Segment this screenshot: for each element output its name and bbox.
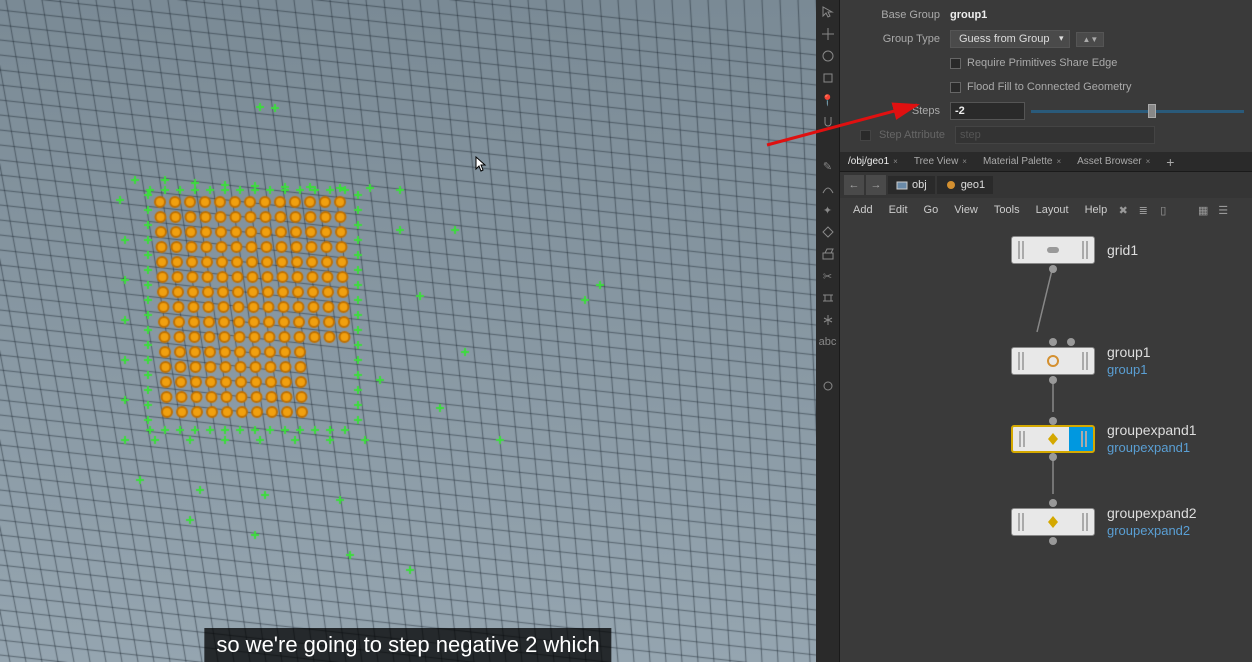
close-icon[interactable]: ×: [1056, 157, 1061, 166]
menu-go[interactable]: Go: [917, 201, 946, 219]
nav-back-button[interactable]: ←: [844, 175, 864, 195]
viewport-canvas: [0, 0, 816, 662]
path-bar: ← → obj geo1: [840, 172, 1252, 198]
tool-poly-icon[interactable]: [818, 222, 838, 242]
tool-move-icon[interactable]: [818, 24, 838, 44]
menu-tools[interactable]: Tools: [987, 201, 1027, 219]
menu-add[interactable]: Add: [846, 201, 880, 219]
groupexpand-node-icon: [1045, 514, 1061, 530]
tab-tree-view[interactable]: Tree View×: [906, 153, 975, 170]
tool-select-icon[interactable]: [818, 2, 838, 22]
group-type-label: Group Type: [840, 33, 950, 45]
tool-curve-icon[interactable]: [818, 178, 838, 198]
tool-snap-icon[interactable]: [818, 112, 838, 132]
menu-layout[interactable]: Layout: [1029, 201, 1076, 219]
geo-icon: [945, 179, 957, 191]
obj-icon: [896, 179, 908, 191]
groupexpand-node-icon: [1045, 431, 1061, 447]
steps-label: Steps: [840, 105, 950, 117]
tool-extrude-icon[interactable]: [818, 244, 838, 264]
tool-list-icon[interactable]: ≣: [1136, 203, 1150, 217]
tool-display-icon[interactable]: [818, 376, 838, 396]
node-group1[interactable]: group1 group1: [1011, 344, 1151, 377]
flood-fill-label: Flood Fill to Connected Geometry: [967, 81, 1131, 93]
share-edge-checkbox[interactable]: [950, 58, 961, 69]
parameter-pane: Base Group group1 Group Type Guess from …: [840, 0, 1252, 152]
tool-wrench-icon[interactable]: ✖: [1116, 203, 1130, 217]
tool-mirror-icon[interactable]: [818, 310, 838, 330]
tool-bridge-icon[interactable]: [818, 288, 838, 308]
path-segment-obj[interactable]: obj: [888, 176, 935, 194]
tool-grid-icon[interactable]: ▦: [1196, 203, 1210, 217]
base-group-label: Base Group: [840, 9, 950, 21]
right-panel: Base Group group1 Group Type Guess from …: [840, 0, 1252, 662]
tool-rotate-icon[interactable]: [818, 46, 838, 66]
step-attr-input: [955, 126, 1155, 144]
node-grid1[interactable]: grid1: [1011, 236, 1138, 264]
step-attr-label: Step Attribute: [877, 129, 955, 141]
tab-asset-browser[interactable]: Asset Browser×: [1069, 153, 1158, 170]
network-view[interactable]: grid1 group1 group1 groupexpand1: [840, 222, 1252, 652]
node-groupexpand1[interactable]: groupexpand1 groupexpand1: [1011, 422, 1197, 455]
tool-text-icon[interactable]: abc: [818, 332, 838, 352]
tab-add-button[interactable]: +: [1158, 154, 1182, 170]
steps-slider[interactable]: [1031, 110, 1244, 113]
steps-input[interactable]: [950, 102, 1025, 120]
video-caption: so we're going to step negative 2 which: [204, 628, 611, 662]
tool-pin-icon[interactable]: 📍: [818, 90, 838, 110]
close-icon[interactable]: ×: [893, 157, 898, 166]
close-icon[interactable]: ×: [962, 157, 967, 166]
tool-knife-icon[interactable]: ✂: [818, 266, 838, 286]
tool-tree-icon[interactable]: ☰: [1216, 203, 1230, 217]
node-groupexpand2[interactable]: groupexpand2 groupexpand2: [1011, 505, 1197, 538]
tool-brush-icon[interactable]: ✎: [818, 156, 838, 176]
menu-edit[interactable]: Edit: [882, 201, 915, 219]
network-menu-bar: Add Edit Go View Tools Layout Help ✖ ≣ ▯…: [840, 198, 1252, 222]
tool-light-icon[interactable]: ✦: [818, 200, 838, 220]
menu-help[interactable]: Help: [1078, 201, 1115, 219]
viewport-toolbar: 📍 ✎ ✦ ✂ abc: [816, 0, 840, 662]
path-segment-geo[interactable]: geo1: [937, 176, 993, 194]
menu-view[interactable]: View: [947, 201, 985, 219]
base-group-value[interactable]: group1: [950, 9, 987, 21]
group-type-stepper[interactable]: ▲▼: [1076, 32, 1104, 47]
tool-scale-icon[interactable]: [818, 68, 838, 88]
close-icon[interactable]: ×: [1146, 157, 1151, 166]
tool-page-icon[interactable]: ▯: [1156, 203, 1170, 217]
tab-material-palette[interactable]: Material Palette×: [975, 153, 1069, 170]
flood-fill-checkbox[interactable]: [950, 82, 961, 93]
group-node-icon: [1045, 353, 1061, 369]
network-tab-bar: /obj/geo1× Tree View× Material Palette× …: [840, 152, 1252, 172]
step-attr-checkbox[interactable]: [860, 130, 871, 141]
tab-network[interactable]: /obj/geo1×: [840, 153, 906, 170]
nav-forward-button[interactable]: →: [866, 175, 886, 195]
group-type-dropdown[interactable]: Guess from Group: [950, 30, 1070, 48]
share-edge-label: Require Primitives Share Edge: [967, 57, 1117, 69]
grid-node-icon: [1045, 242, 1061, 258]
viewport-3d[interactable]: so we're going to step negative 2 which: [0, 0, 816, 662]
